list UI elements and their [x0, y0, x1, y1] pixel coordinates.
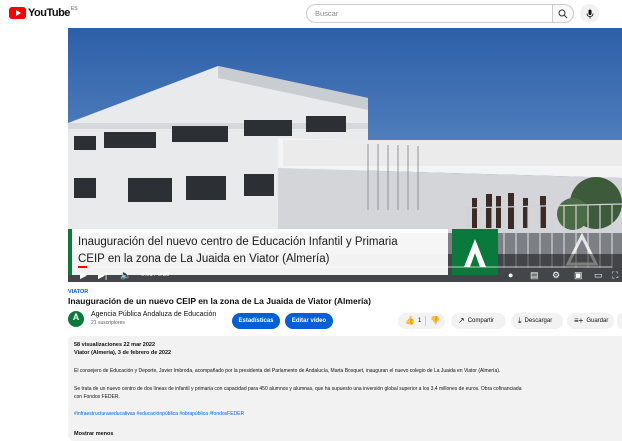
avatar-letter: A	[72, 312, 80, 322]
share-icon: ↗	[458, 316, 465, 325]
save-label: Guardar	[586, 318, 609, 324]
location-date: Viator (Almería), 3 de febrero de 2022	[74, 350, 172, 356]
player-controls: ▶ ▶| 🔈 0:01 / 0:59 ● ▤ ⚙ ▣ ▭ ⛶	[68, 268, 622, 282]
search-input[interactable]	[315, 5, 535, 22]
save-button[interactable]: ≡+ Guardar	[567, 313, 614, 329]
more-actions-button[interactable]	[617, 313, 622, 329]
playlist-add-icon: ≡+	[574, 316, 584, 325]
play-icon[interactable]: ▶	[80, 269, 87, 281]
video-title: Inauguración de un nuevo CEIP en la zona…	[68, 296, 371, 306]
search-button[interactable]	[552, 4, 574, 23]
country-code: ES	[70, 6, 78, 12]
search-box	[306, 4, 552, 23]
subscriber-count: 21 suscriptores	[91, 320, 125, 326]
channel-name[interactable]: Agencia Pública Andaluza de Educación	[91, 311, 216, 318]
share-button[interactable]: ↗ Compartir	[451, 313, 506, 329]
search-icon	[558, 9, 568, 18]
like-dislike-group: 👍 1 👎	[398, 313, 445, 329]
youtube-logo[interactable]: YouTube ES	[9, 6, 78, 19]
autoplay-toggle-icon[interactable]: ●	[508, 269, 513, 281]
description-paragraph-1: El consejero de Educación y Deporte, Jav…	[74, 368, 501, 374]
share-label: Compartir	[467, 318, 495, 324]
download-icon: ⤓	[518, 316, 522, 325]
subtitles-icon[interactable]: ▤	[530, 269, 539, 281]
fullscreen-icon[interactable]: ⛶	[612, 269, 618, 281]
description-paragraph-2-line-1: Se trata de un nuevo centro de dos línea…	[74, 386, 522, 392]
divider	[425, 316, 427, 326]
hashtags-link[interactable]: #infraestructuraseducativas #educaciónpú…	[74, 411, 244, 417]
thumbs-up-icon[interactable]: 👍	[405, 313, 415, 329]
miniplayer-icon[interactable]: ▣	[574, 269, 583, 281]
voice-search-button[interactable]	[580, 4, 599, 23]
views-and-date: 58 visualizaciones 22 mar 2022	[74, 342, 156, 348]
statistics-button[interactable]: Estadísticas	[232, 313, 280, 329]
current-time: 0:01	[141, 272, 153, 278]
description-panel: 58 visualizaciones 22 mar 2022 Viator (A…	[68, 336, 622, 441]
settings-gear-icon[interactable]: ⚙	[552, 269, 560, 281]
download-button[interactable]: ⤓ Descargar	[511, 313, 563, 329]
volume-icon[interactable]: 🔈	[120, 269, 131, 281]
mic-icon	[586, 9, 593, 18]
like-count: 1	[417, 318, 422, 324]
duration: 0:59	[157, 272, 170, 278]
youtube-play-icon	[9, 7, 26, 19]
description-paragraph-2-line-2: con Fondos FEDER.	[74, 394, 120, 400]
time-display: 0:01 / 0:59	[141, 272, 170, 278]
edit-video-button[interactable]: Editar vídeo	[285, 313, 333, 329]
logo-text: YouTube	[28, 7, 70, 19]
masthead: YouTube ES	[0, 0, 622, 26]
next-icon[interactable]: ▶|	[98, 269, 107, 281]
theater-mode-icon[interactable]: ▭	[594, 269, 603, 281]
show-less-button[interactable]: Mostrar menos	[74, 431, 113, 437]
video-player[interactable]: Inauguración del nuevo centro de Educaci…	[68, 28, 622, 282]
download-label: Descargar	[524, 318, 553, 324]
channel-avatar[interactable]: A	[68, 311, 84, 327]
thumbs-down-icon[interactable]: 👎	[430, 313, 440, 329]
caption-line-2: CEIP en la zona de La Juaida en Viator (…	[78, 253, 330, 265]
location-tag-link[interactable]: VIATOR	[68, 289, 88, 295]
caption-line-1: Inauguración del nuevo centro de Educaci…	[78, 236, 398, 248]
